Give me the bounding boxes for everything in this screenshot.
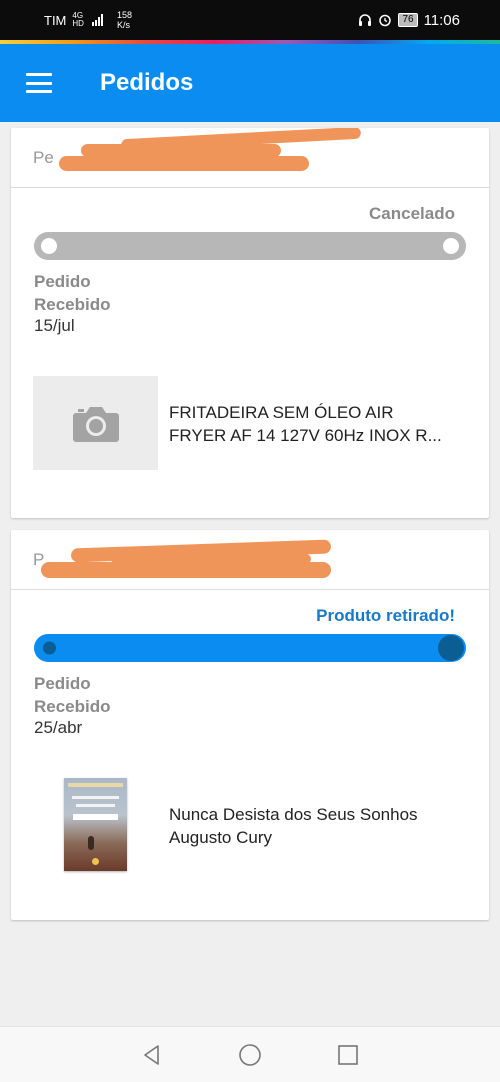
- app-bar: Pedidos: [0, 44, 500, 122]
- battery-icon: 76: [398, 13, 418, 27]
- step-label: Pedido Recebido: [34, 270, 154, 316]
- network-type: 4G HD: [72, 12, 84, 28]
- speed-unit: K/s: [116, 20, 130, 30]
- step-label-line2: Recebido: [34, 295, 111, 314]
- order-status: Cancelado: [369, 204, 455, 223]
- product-image[interactable]: [33, 376, 158, 470]
- progress-start-dot: [43, 641, 56, 655]
- order-status: Produto retirado!: [316, 606, 455, 625]
- progress-track: [34, 232, 466, 260]
- step-date: 15/jul: [34, 316, 75, 335]
- redaction-mark: [59, 156, 309, 171]
- step-label: Pedido Recebido: [34, 672, 154, 718]
- recents-icon[interactable]: [336, 1043, 360, 1067]
- signal-icon: [91, 14, 103, 26]
- menu-icon[interactable]: [26, 73, 52, 93]
- home-icon[interactable]: [238, 1043, 262, 1067]
- network-bottom: HD: [72, 19, 84, 28]
- product-name-line1: FRITADEIRA SEM ÓLEO AIR: [169, 403, 394, 422]
- network-speed: 158 K/s: [117, 10, 132, 30]
- order-card[interactable]: Pe Cancelado Pedido Recebido 15/jul FRIT…: [11, 128, 489, 518]
- step-label-line1: Pedido: [34, 674, 91, 693]
- alarm-icon: [379, 14, 392, 27]
- status-bar: TIM 4G HD 158 K/s 76 11:06: [0, 0, 500, 40]
- status-left: TIM 4G HD 158 K/s: [44, 10, 132, 30]
- headphones-icon: [359, 14, 372, 26]
- progress-track: [34, 634, 466, 662]
- product-image[interactable]: [64, 778, 127, 871]
- camera-icon: [72, 407, 119, 442]
- step-date: 25/abr: [34, 718, 83, 737]
- progress-start-dot: [41, 238, 57, 254]
- progress-end-dot: [438, 635, 464, 661]
- status-right: 76 11:06: [358, 12, 460, 29]
- step-label-line1: Pedido: [34, 272, 91, 291]
- system-nav-bar: [0, 1026, 500, 1082]
- order-id-label: Pe: [33, 147, 54, 167]
- order-header: P: [11, 530, 489, 590]
- order-header: Pe: [11, 128, 489, 188]
- order-card[interactable]: P Produto retirado! Pedido Recebido 25/a…: [11, 530, 489, 920]
- redaction-mark: [111, 554, 311, 564]
- page-title: Pedidos: [100, 69, 194, 96]
- clock: 11:06: [423, 11, 460, 29]
- product-name[interactable]: FRITADEIRA SEM ÓLEO AIR FRYER AF 14 127V…: [169, 401, 469, 447]
- back-icon[interactable]: [140, 1043, 164, 1067]
- step-label-line2: Recebido: [34, 697, 111, 716]
- redaction-mark: [81, 144, 281, 157]
- product-name[interactable]: Nunca Desista dos Seus Sonhos Augusto Cu…: [169, 803, 469, 849]
- product-name-line2: Augusto Cury: [169, 828, 272, 847]
- carrier-name: TIM: [44, 12, 67, 28]
- redaction-mark: [41, 562, 331, 578]
- speed-value: 158: [116, 10, 132, 20]
- product-name-line1: Nunca Desista dos Seus Sonhos: [169, 805, 418, 824]
- product-name-line2: FRYER AF 14 127V 60Hz INOX R...: [169, 426, 442, 445]
- progress-end-dot: [443, 238, 459, 254]
